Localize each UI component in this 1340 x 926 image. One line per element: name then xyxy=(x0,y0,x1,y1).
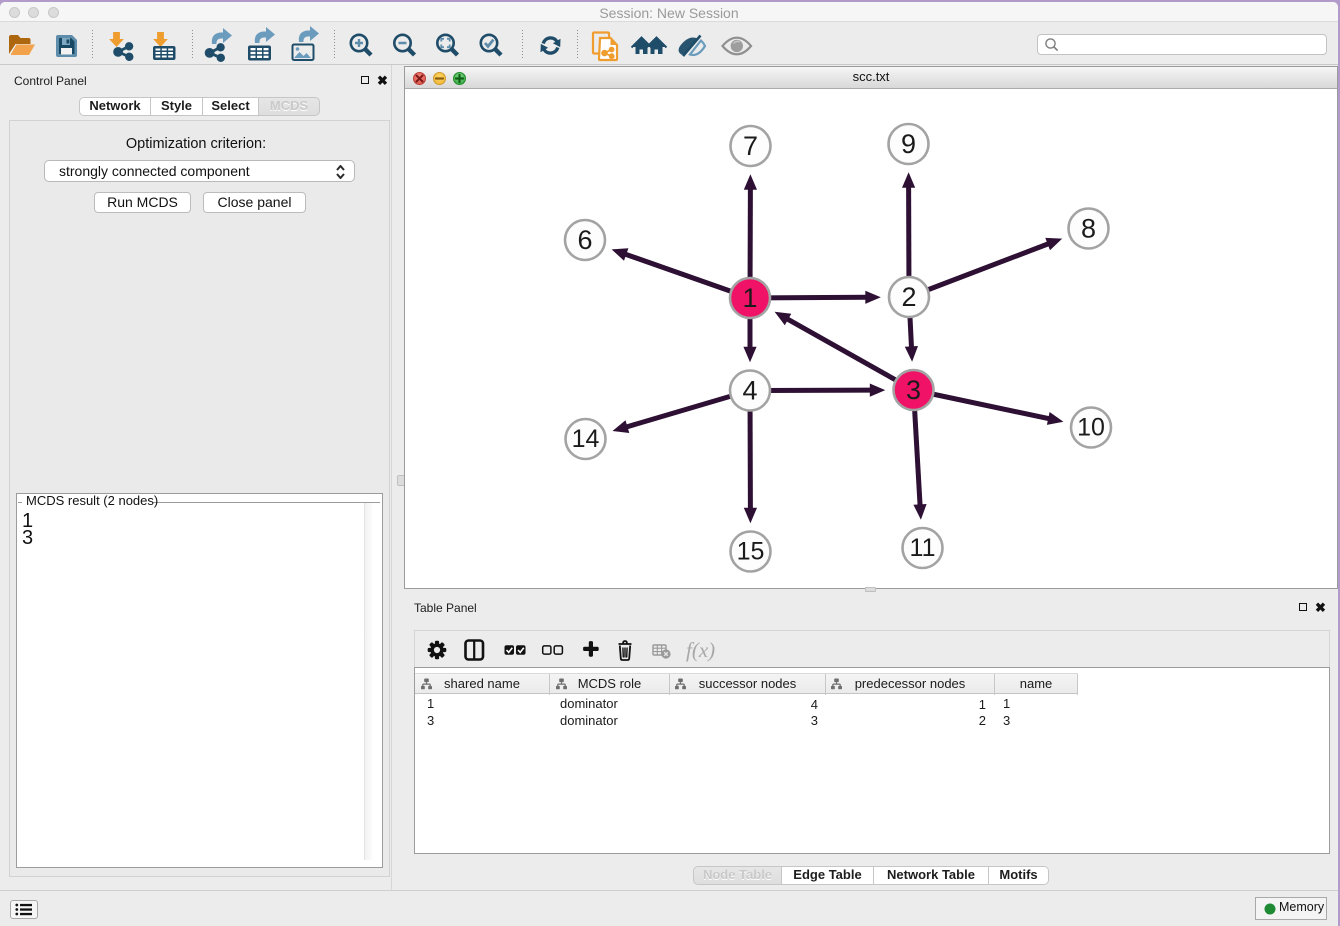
svg-text:f(x): f(x) xyxy=(686,638,715,662)
svg-text:4: 4 xyxy=(742,376,757,406)
svg-text:15: 15 xyxy=(737,538,765,566)
svg-text:6: 6 xyxy=(577,225,592,255)
svg-text:3: 3 xyxy=(906,375,921,405)
svg-text:1: 1 xyxy=(742,283,757,313)
svg-text:10: 10 xyxy=(1077,414,1105,442)
svg-text:7: 7 xyxy=(743,131,758,161)
svg-text:2: 2 xyxy=(901,282,916,312)
svg-text:14: 14 xyxy=(572,425,600,453)
svg-text:8: 8 xyxy=(1081,214,1096,244)
svg-text:9: 9 xyxy=(901,129,916,159)
svg-text:11: 11 xyxy=(910,534,936,562)
